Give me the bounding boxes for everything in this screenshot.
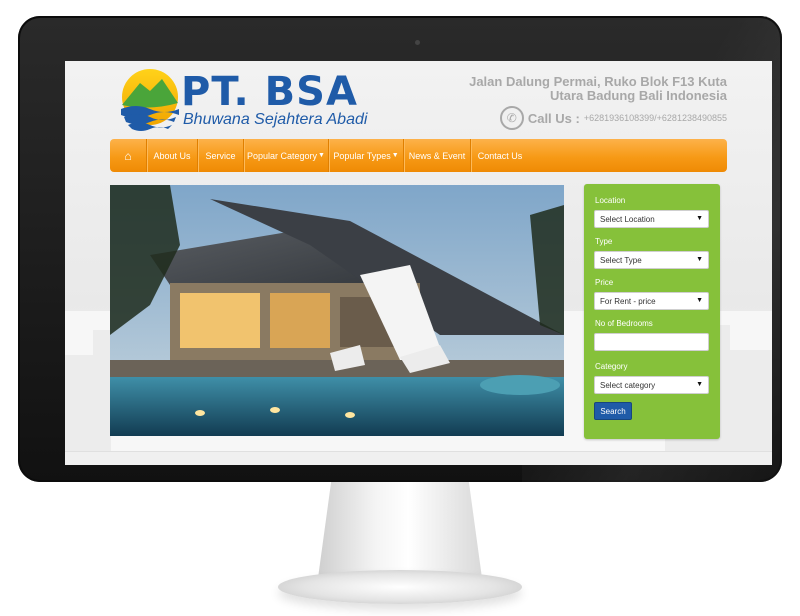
- nav-news-event[interactable]: News & Event: [404, 139, 471, 172]
- dropdown-arrow-icon: ▼: [696, 215, 703, 222]
- contact-label: Call Us :: [527, 110, 580, 126]
- caret-down-icon: ▼: [391, 152, 399, 159]
- main-navigation: ⌂ About Us Service Popular Category ▼ Pop…: [110, 139, 727, 172]
- location-select[interactable]: Select Location ▼: [594, 210, 709, 228]
- price-select[interactable]: For Rent - price ▼: [594, 292, 709, 310]
- category-label: Category: [595, 362, 628, 371]
- contact-numbers: +6281936108399/+6281238490855: [583, 113, 727, 123]
- bedrooms-input[interactable]: [594, 333, 709, 351]
- page-footer-strip: [65, 451, 772, 465]
- nav-contact-us[interactable]: Contact Us: [471, 139, 529, 172]
- dropdown-arrow-icon: ▼: [696, 297, 703, 304]
- webcam: [415, 40, 420, 45]
- caret-down-icon: ▼: [318, 152, 325, 159]
- monitor-stand-neck: [318, 482, 482, 578]
- brand-subtitle: Bhuwana Sejahtera Abadi: [183, 111, 368, 128]
- brand-title[interactable]: PT. BSA: [181, 69, 358, 115]
- address-line-1: Jalan Dalung Permai, Ruko Blok F13 Kuta: [469, 74, 727, 89]
- dropdown-arrow-icon: ▼: [696, 381, 703, 388]
- website-screen: PT. BSA Bhuwana Sejahtera Abadi Jalan Da…: [65, 61, 772, 465]
- monitor-stand-base: [278, 570, 522, 604]
- phone-icon: ✆: [499, 106, 524, 130]
- property-search-panel: Location Select Location ▼ Type Select Ty…: [584, 184, 720, 439]
- price-label: Price: [595, 278, 614, 287]
- home-icon: ⌂: [124, 148, 132, 163]
- nav-service[interactable]: Service: [198, 139, 244, 172]
- type-label: Type: [595, 237, 613, 246]
- address-line-2: Utara Badung Bali Indonesia: [550, 88, 727, 103]
- nav-popular-types[interactable]: Popular Types ▼: [329, 139, 404, 172]
- dropdown-arrow-icon: ▼: [696, 256, 703, 263]
- bedrooms-label: No of Bedrooms: [595, 319, 653, 328]
- nav-popular-category[interactable]: Popular Category ▼: [244, 139, 329, 172]
- category-select[interactable]: Select category ▼: [594, 376, 709, 394]
- nav-about-us[interactable]: About Us: [147, 139, 198, 172]
- company-address: Jalan Dalung Permai, Ruko Blok F13 Kuta …: [469, 75, 727, 103]
- type-select[interactable]: Select Type ▼: [594, 251, 709, 269]
- contact-info: ✆ Call Us : +6281936108399/+628123849085…: [499, 106, 727, 130]
- mountain-wave-logo-icon[interactable]: [118, 67, 182, 137]
- search-button[interactable]: Search: [594, 402, 632, 420]
- villa-hero-image: [110, 185, 564, 436]
- location-label: Location: [595, 196, 626, 205]
- nav-home[interactable]: ⌂: [110, 139, 147, 172]
